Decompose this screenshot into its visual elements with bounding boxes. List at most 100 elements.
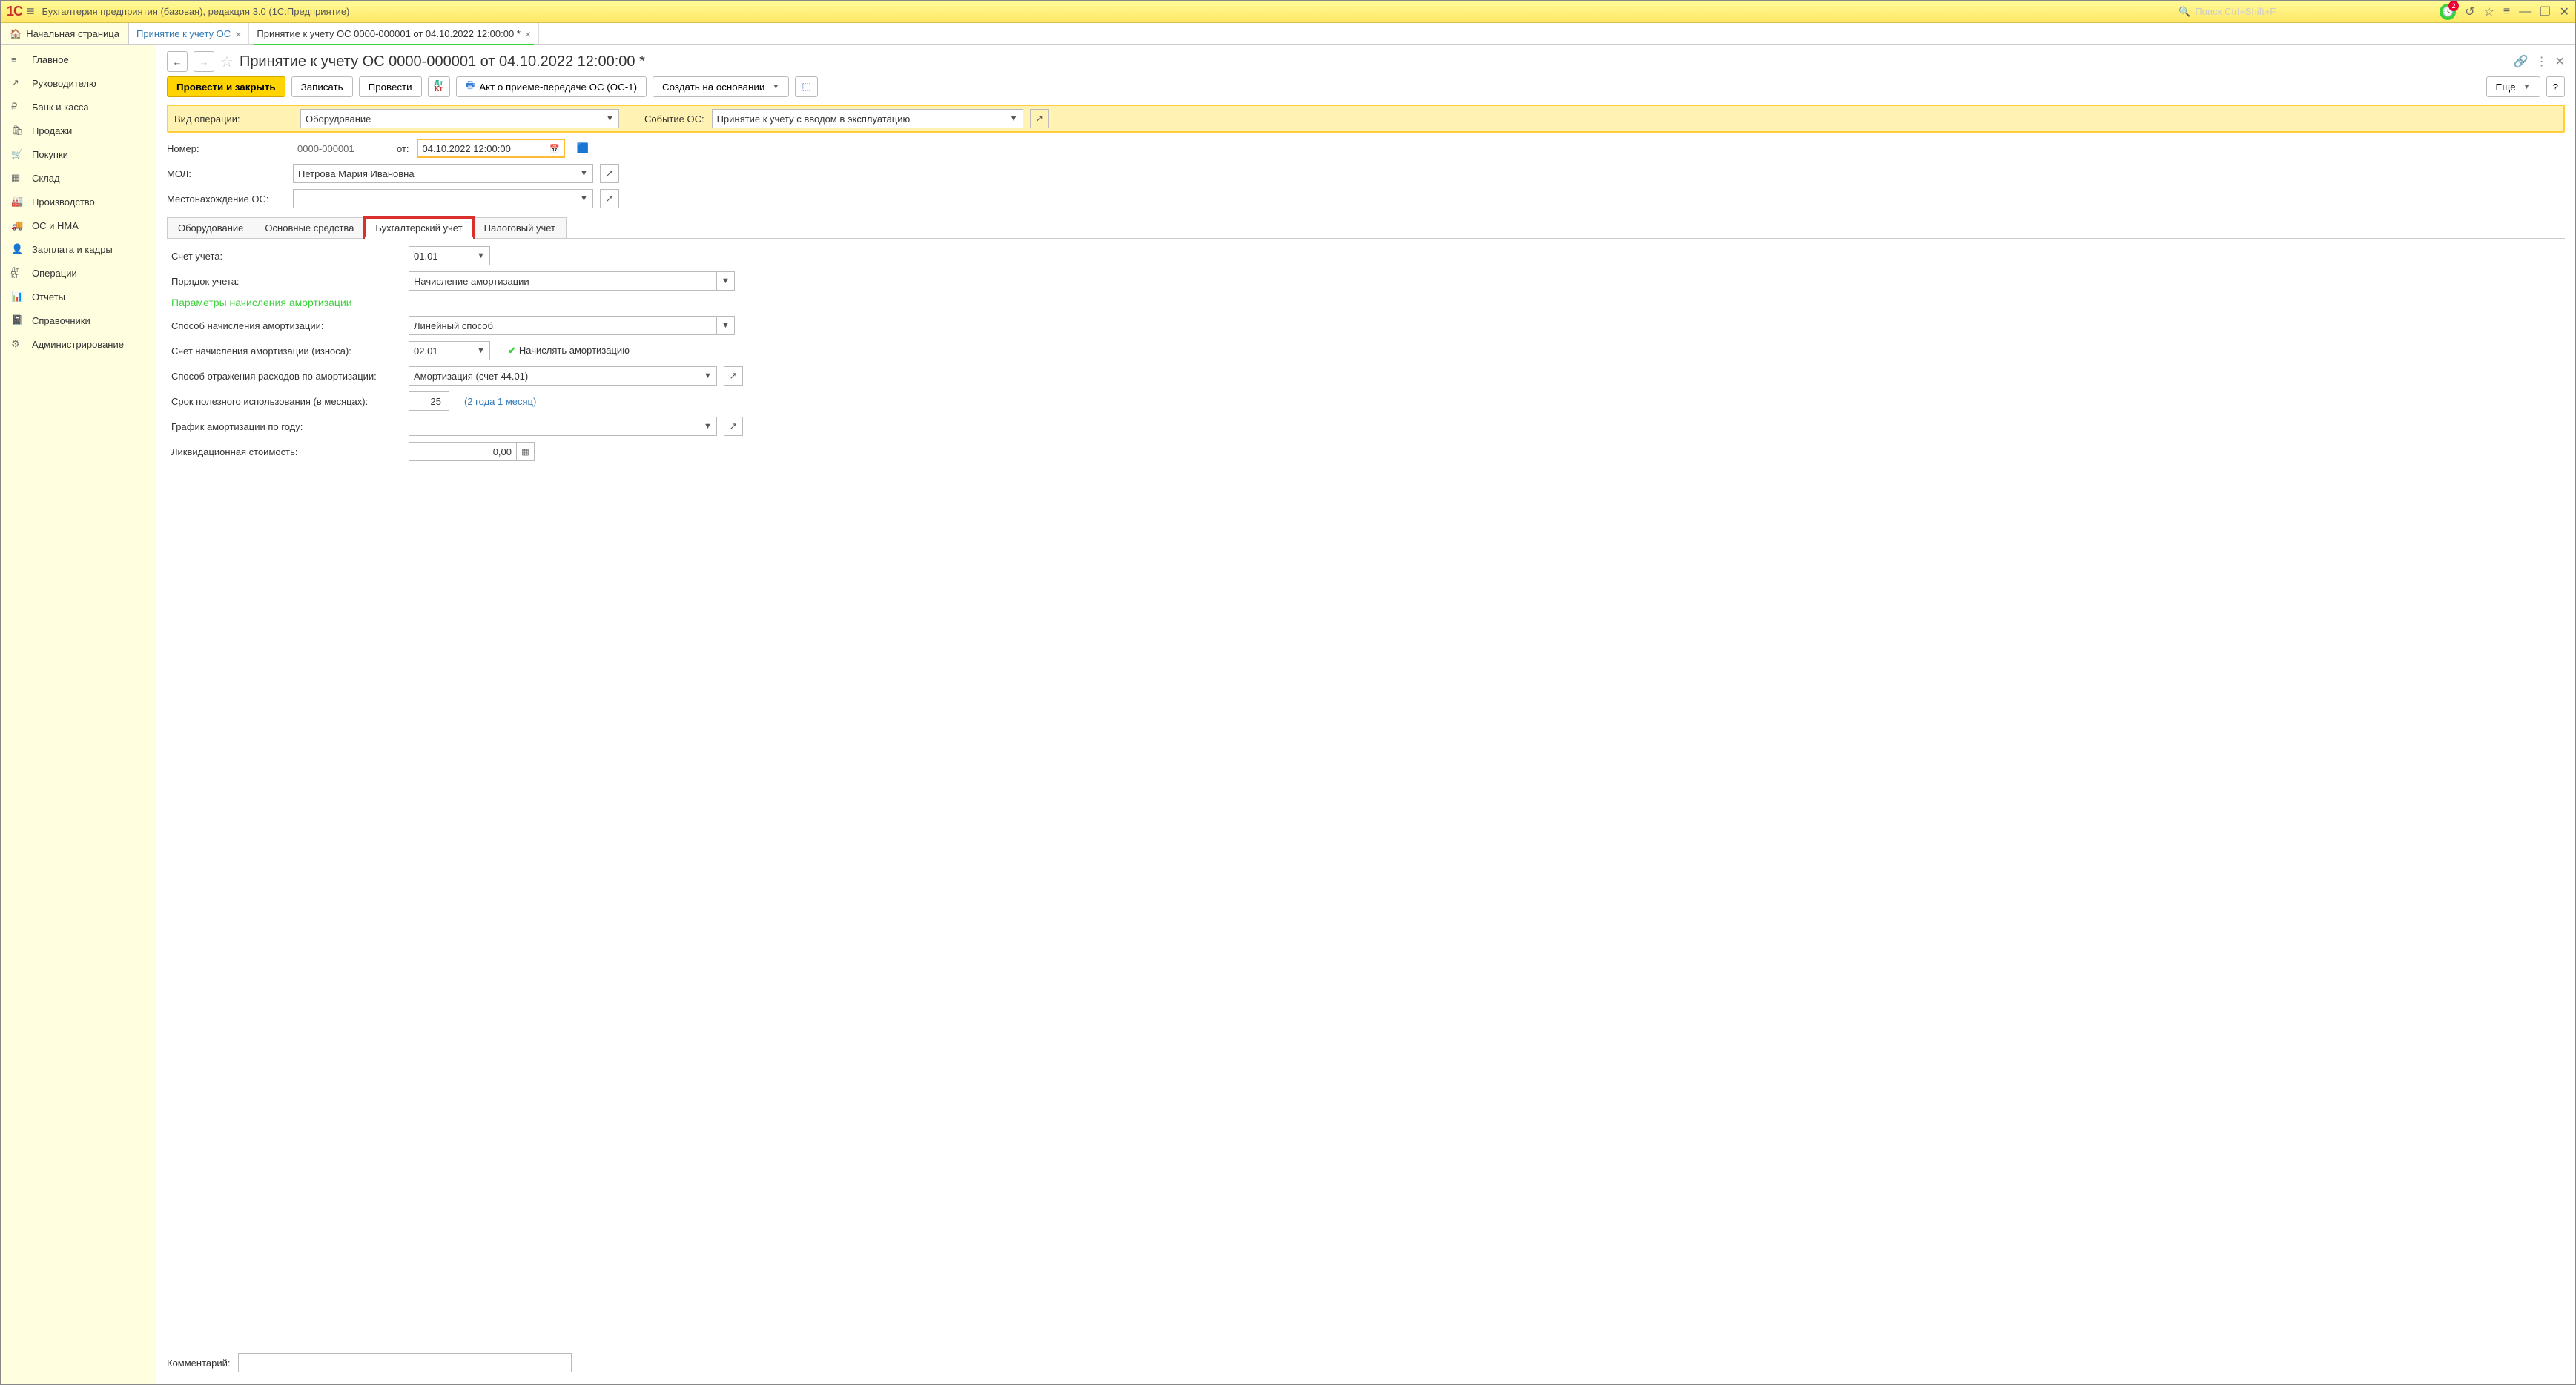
schedule-label: График амортизации по году: (171, 421, 401, 432)
liq-input[interactable]: 0,00 ▦ (409, 442, 535, 461)
calendar-icon[interactable]: 📅 (546, 140, 564, 156)
expense-method-select[interactable]: Амортизация (счет 44.01) ▼ (409, 366, 717, 386)
tab-os-list[interactable]: Принятие к учету ОС × (129, 23, 249, 44)
cart-icon: 🛒 (11, 148, 24, 160)
amort-account-select[interactable]: 02.01 ▼ (409, 341, 490, 360)
search-icon: 🔍 (2179, 6, 2190, 18)
chevron-down-icon[interactable]: ▼ (699, 367, 716, 385)
calc-amort-checkbox[interactable]: ✔Начислять амортизацию (508, 345, 630, 357)
toolbar: Провести и закрыть Записать Провести ДтК… (167, 76, 2565, 97)
term-input[interactable]: 25 (409, 391, 449, 411)
link-icon[interactable]: 🔗 (2514, 54, 2529, 69)
titlebar: 1C ≡ Бухгалтерия предприятия (базовая), … (1, 1, 2575, 23)
print-button[interactable]: 🖶Акт о приеме-передаче ОС (ОС-1) (456, 76, 647, 97)
minimize-icon[interactable]: — (2519, 5, 2531, 19)
search-box[interactable]: 🔍 Поиск Ctrl+Shift+F (2173, 4, 2432, 19)
chevron-down-icon[interactable]: ▼ (575, 190, 592, 208)
close-icon[interactable]: ✕ (2560, 4, 2569, 19)
book-icon: 📓 (11, 314, 24, 326)
ruble-icon: ₽ (11, 101, 24, 113)
home-tab[interactable]: 🏠 Начальная страница (1, 23, 129, 44)
order-select[interactable]: Начисление амортизации ▼ (409, 271, 735, 291)
open-ref-button[interactable]: ↗ (600, 189, 619, 208)
sidebar-item-reports[interactable]: 📊Отчеты (1, 285, 156, 308)
star-icon[interactable]: ☆ (2484, 4, 2494, 19)
chevron-down-icon[interactable]: ▼ (575, 165, 592, 182)
forward-button[interactable]: → (194, 51, 214, 72)
post-button[interactable]: Провести (359, 76, 422, 97)
post-close-button[interactable]: Провести и закрыть (167, 76, 285, 97)
sidebar-item-bank[interactable]: ₽Банк и касса (1, 95, 156, 119)
tab-accounting[interactable]: Бухгалтерский учет (364, 217, 473, 238)
calc-icon[interactable]: ▦ (516, 443, 534, 460)
restore-icon[interactable]: ❐ (2540, 4, 2550, 19)
filter-icon[interactable]: ≡ (2503, 5, 2510, 19)
truck-icon: 🚚 (11, 219, 24, 231)
comment-input[interactable] (238, 1353, 572, 1372)
sidebar-item-prod[interactable]: 🏭Производство (1, 190, 156, 214)
search-placeholder: Поиск Ctrl+Shift+F (2195, 6, 2276, 17)
chevron-down-icon[interactable]: ▼ (716, 317, 734, 334)
date-input[interactable]: 04.10.2022 12:00:00 📅 (417, 139, 565, 158)
sidebar-item-sales[interactable]: 🛍Продажи (1, 119, 156, 142)
inner-tabs: Оборудование Основные средства Бухгалтер… (167, 217, 2565, 239)
amort-params-header: Параметры начисления амортизации (171, 297, 2560, 308)
sidebar-item-os[interactable]: 🚚ОС и НМА (1, 214, 156, 237)
method-select[interactable]: Линейный способ ▼ (409, 316, 735, 335)
chevron-down-icon[interactable]: ▼ (716, 272, 734, 290)
open-ref-button[interactable]: ↗ (600, 164, 619, 183)
op-type-label: Вид операции: (174, 113, 293, 125)
event-select[interactable]: Принятие к учету с вводом в эксплуатацию… (712, 109, 1023, 128)
sidebar-item-stock[interactable]: ▦Склад (1, 166, 156, 190)
notifications-icon[interactable]: 🕓 2 (2440, 4, 2456, 20)
more-button[interactable]: Еще▼ (2486, 76, 2540, 97)
create-based-button[interactable]: Создать на основании▼ (653, 76, 789, 97)
account-select[interactable]: 01.01 ▼ (409, 246, 490, 265)
favorite-icon[interactable]: ☆ (220, 53, 234, 71)
sidebar-item-main[interactable]: ≡Главное (1, 48, 156, 71)
close-icon[interactable]: × (525, 28, 531, 40)
kebab-icon[interactable]: ⋮ (2536, 54, 2548, 69)
open-ref-button[interactable]: ↗ (1030, 109, 1049, 128)
save-button[interactable]: Записать (291, 76, 353, 97)
op-type-select[interactable]: Оборудование ▼ (300, 109, 619, 128)
hamburger-icon[interactable]: ≡ (27, 4, 35, 19)
chevron-down-icon[interactable]: ▼ (472, 342, 489, 360)
tab-tax[interactable]: Налоговый учет (473, 217, 567, 238)
chevron-down-icon[interactable]: ▼ (601, 110, 618, 128)
sidebar-item-ops[interactable]: ДтКтОперации (1, 261, 156, 285)
open-ref-button[interactable]: ↗ (724, 417, 743, 436)
tab-equipment[interactable]: Оборудование (167, 217, 254, 238)
sidebar-item-hr[interactable]: 👤Зарплата и кадры (1, 237, 156, 261)
close-icon[interactable]: × (235, 28, 241, 40)
dtkt-icon: ДтКт (11, 267, 24, 279)
sidebar-item-purch[interactable]: 🛒Покупки (1, 142, 156, 166)
bag-icon: 🛍 (11, 125, 24, 136)
tab-fixed-assets[interactable]: Основные средства (254, 217, 365, 238)
sidebar-item-refs[interactable]: 📓Справочники (1, 308, 156, 332)
account-label: Счет учета: (171, 251, 401, 262)
checkmark-icon: ✔ (508, 345, 516, 356)
history-icon[interactable]: ↺ (2465, 4, 2474, 19)
schedule-select[interactable]: ▼ (409, 417, 717, 436)
chevron-down-icon[interactable]: ▼ (1005, 110, 1023, 128)
home-icon: 🏠 (10, 28, 22, 40)
dtkt-button[interactable]: ДтКт (428, 76, 450, 97)
liq-label: Ликвидационная стоимость: (171, 446, 401, 457)
number-label: Номер: (167, 143, 285, 154)
open-ref-button[interactable]: ↗ (724, 366, 743, 386)
location-select[interactable]: ▼ (293, 189, 593, 208)
sidebar-item-admin[interactable]: ⚙Администрирование (1, 332, 156, 356)
print-icon: 🖶 (466, 79, 475, 95)
structure-button[interactable]: ⬚ (795, 76, 818, 97)
help-button[interactable]: ? (2546, 76, 2565, 97)
tab-os-doc[interactable]: Принятие к учету ОС 0000-000001 от 04.10… (249, 23, 539, 44)
sidebar-item-manager[interactable]: ↗Руководителю (1, 71, 156, 95)
chevron-down-icon[interactable]: ▼ (472, 247, 489, 265)
mol-select[interactable]: Петрова Мария Ивановна ▼ (293, 164, 593, 183)
list-icon: ≡ (11, 54, 24, 65)
back-button[interactable]: ← (167, 51, 188, 72)
chevron-down-icon[interactable]: ▼ (699, 417, 716, 435)
arrow-icon: ↗ (11, 77, 24, 89)
close-panel-icon[interactable]: ✕ (2555, 54, 2565, 69)
